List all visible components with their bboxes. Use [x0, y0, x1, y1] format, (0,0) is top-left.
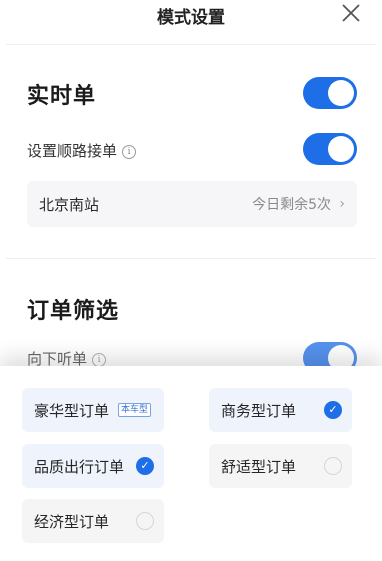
header: 模式设置	[0, 0, 382, 44]
mode-settings-page: 模式设置 实时单 设置顺路接单 i 北京南站 今日剩余5次 › 订单筛选 向下听单…	[0, 0, 382, 561]
check-icon: ✓	[324, 401, 342, 419]
option-economy[interactable]: 经济型订单	[22, 499, 164, 543]
order-type-sheet: 豪华型订单 本车型 商务型订单 ✓ 品质出行订单 ✓ 舒适型订单 经济型订单	[0, 366, 382, 561]
check-icon: ✓	[136, 457, 154, 475]
option-luxury[interactable]: 豪华型订单 本车型	[22, 388, 164, 432]
option-label: 商务型订单	[221, 402, 297, 420]
close-button[interactable]	[340, 2, 362, 24]
option-label: 豪华型订单	[34, 402, 110, 420]
filter-title: 订单筛选	[27, 299, 120, 324]
route-order-row: 设置顺路接单 i	[27, 140, 137, 161]
route-order-label: 设置顺路接单	[27, 142, 118, 160]
option-label: 品质出行订单	[34, 458, 125, 476]
info-icon[interactable]: i	[92, 352, 107, 367]
car-type-tag: 本车型	[118, 403, 152, 417]
realtime-toggle[interactable]	[303, 77, 357, 109]
station-card[interactable]: 北京南站 今日剩余5次 ›	[27, 181, 357, 227]
page-title: 模式设置	[157, 8, 225, 28]
section-divider	[6, 258, 376, 259]
toggle-knob	[328, 136, 354, 162]
header-divider	[6, 44, 376, 45]
radio-empty-icon	[324, 457, 342, 475]
option-label: 舒适型订单	[221, 458, 297, 476]
option-business[interactable]: 商务型订单 ✓	[209, 388, 352, 432]
chevron-right-icon: ›	[339, 196, 345, 212]
close-icon	[342, 4, 360, 22]
option-comfort[interactable]: 舒适型订单	[209, 444, 352, 488]
toggle-knob	[328, 80, 354, 106]
station-name: 北京南站	[39, 196, 100, 214]
radio-empty-icon	[136, 512, 154, 530]
option-label: 经济型订单	[34, 513, 110, 531]
info-icon[interactable]: i	[122, 144, 137, 159]
option-quality[interactable]: 品质出行订单 ✓	[22, 444, 164, 488]
station-remaining: 今日剩余5次	[252, 197, 331, 213]
realtime-title: 实时单	[27, 84, 97, 109]
route-order-toggle[interactable]	[303, 133, 357, 165]
